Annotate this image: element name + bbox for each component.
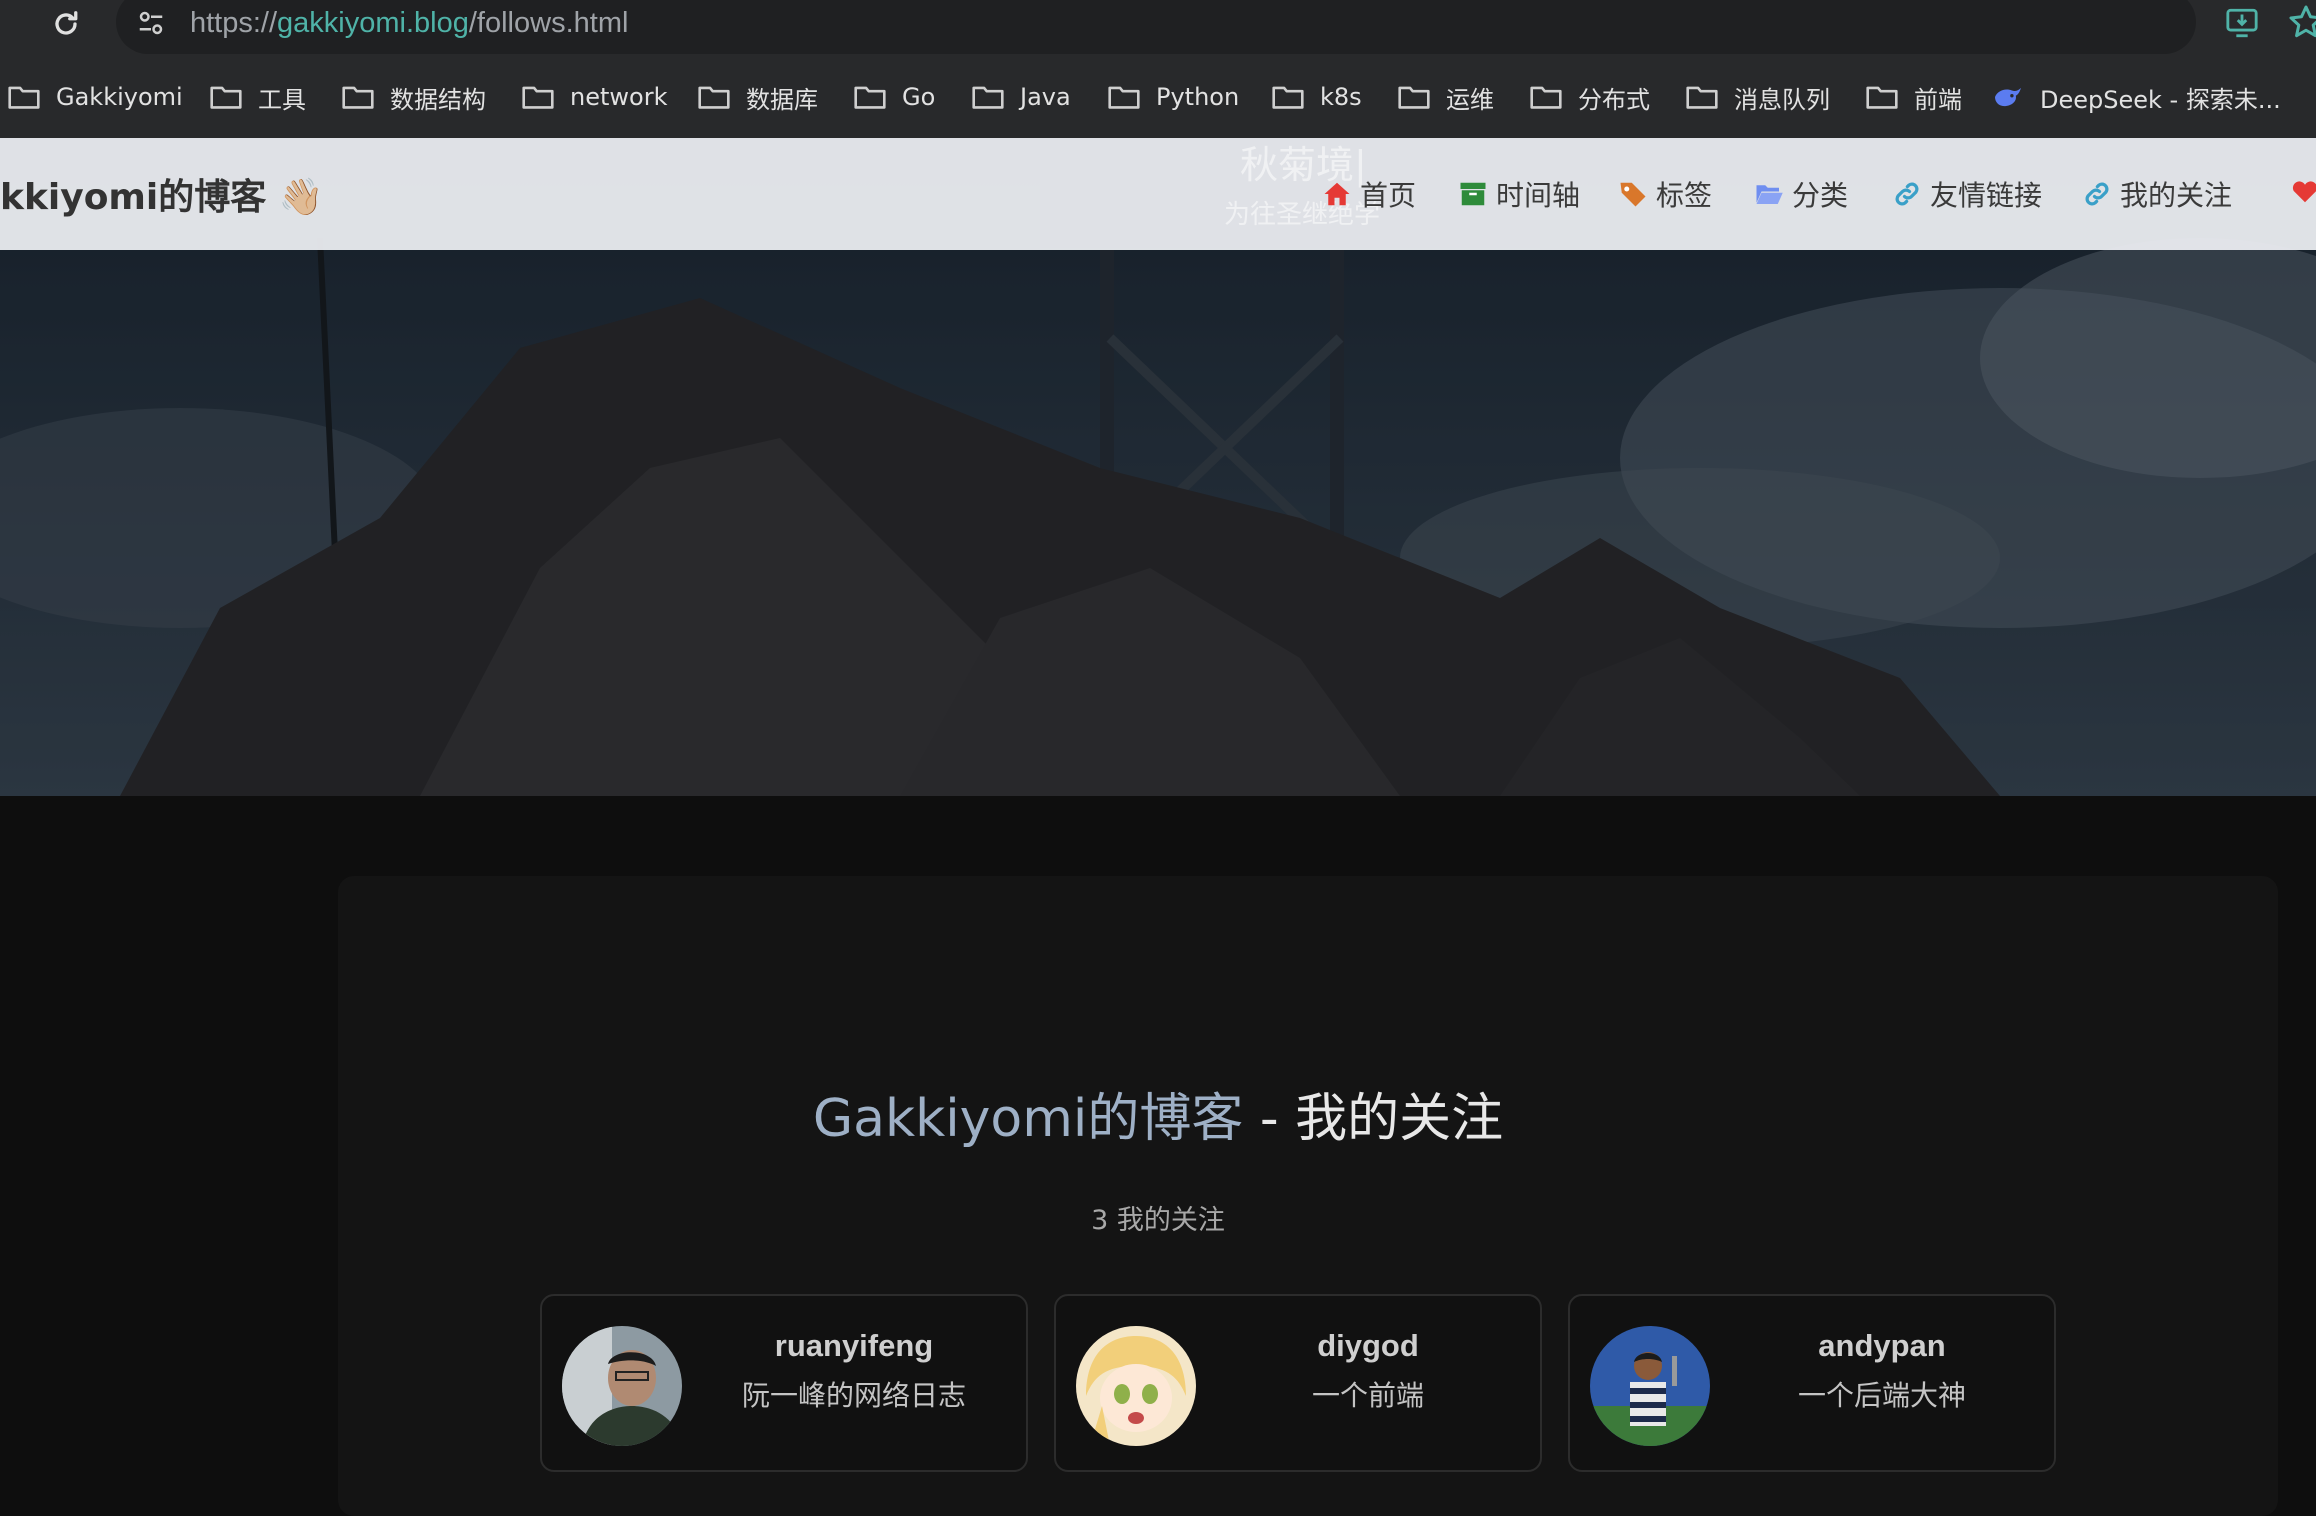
folder-icon — [1108, 86, 1140, 109]
bookmark-folder-tools[interactable]: 工具 — [210, 56, 306, 138]
bookmark-folder-java[interactable]: Java — [972, 56, 1071, 138]
bookmark-folder-data-structures[interactable]: 数据结构 — [342, 56, 486, 138]
site-navbar: kkiyomi的博客 👋🏼 秋菊境| 为往圣继绝学 首页 时间轴 标签 分类 友… — [0, 138, 2316, 250]
bookmark-folder-frontend[interactable]: 前端 — [1866, 56, 1962, 138]
follow-card-andypan[interactable]: andypan 一个后端大神 — [1568, 1294, 2056, 1472]
folder-icon — [210, 86, 242, 109]
bookmark-deepseek[interactable]: DeepSeek - 探索未... — [1992, 56, 2281, 138]
tags-icon — [1620, 182, 1646, 207]
reload-icon[interactable] — [48, 6, 84, 42]
folder-icon — [972, 86, 1004, 109]
bookmarks-bar: Gakkiyomi 工具 数据结构 network 数据库 Go Java Py… — [0, 56, 2316, 139]
avatar — [1590, 1326, 1710, 1446]
avatar — [562, 1326, 682, 1446]
folder-icon — [1866, 86, 1898, 109]
follow-desc: 一个后端大神 — [1797, 1379, 1966, 1412]
address-bar-area: https://gakkiyomi.blog/follows.html — [0, 0, 2316, 56]
page-title-rest: - 我的关注 — [1243, 1089, 1504, 1149]
bookmark-folder-ops[interactable]: 运维 — [1398, 56, 1494, 138]
follow-card-diygod[interactable]: diygod 一个前端 — [1054, 1294, 1542, 1472]
site-settings-icon[interactable] — [136, 8, 166, 38]
bookmark-folder-database[interactable]: 数据库 — [698, 56, 818, 138]
bookmark-folder-go[interactable]: Go — [854, 56, 935, 138]
page-title-blog: Gakkiyomi的博客 — [812, 1089, 1244, 1149]
url-text[interactable]: https://gakkiyomi.blog/follows.html — [190, 4, 628, 42]
follow-name[interactable]: andypan — [1710, 1328, 2054, 1364]
site-brand[interactable]: kkiyomi的博客 👋🏼 — [0, 168, 324, 220]
deepseek-whale-icon — [1995, 87, 2021, 107]
folder-icon — [522, 86, 554, 109]
avatar — [1076, 1326, 1196, 1446]
bookmark-folder-python[interactable]: Python — [1108, 56, 1239, 138]
archive-icon — [1460, 182, 1486, 206]
bookmark-folder-message-queue[interactable]: 消息队列 — [1686, 56, 1830, 138]
bookmark-folder-distributed[interactable]: 分布式 — [1530, 56, 1650, 138]
link-icon — [1895, 182, 1919, 206]
nav-timeline[interactable]: 时间轴 — [1458, 174, 1580, 214]
link-icon — [2085, 182, 2109, 206]
bookmark-folder-k8s[interactable]: k8s — [1272, 56, 1362, 138]
nav-categories[interactable]: 分类 — [1754, 174, 1848, 214]
follow-desc: 阮一峰的网络日志 — [741, 1379, 966, 1412]
folder-icon — [1398, 86, 1430, 109]
bookmark-folder-network[interactable]: network — [522, 56, 667, 138]
page-title: Gakkiyomi的博客 - 我的关注 — [0, 1076, 2316, 1151]
heart-icon[interactable] — [2290, 176, 2316, 206]
folder-icon — [1530, 86, 1562, 109]
nav-tags[interactable]: 标签 — [1618, 174, 1712, 214]
follow-card-ruanyifeng[interactable]: ruanyifeng 阮一峰的网络日志 — [540, 1294, 1028, 1472]
follow-name[interactable]: diygod — [1196, 1328, 1540, 1364]
folder-icon — [854, 86, 886, 109]
follow-count: 3 我的关注 — [1091, 1205, 1225, 1236]
install-app-icon[interactable] — [2224, 6, 2260, 40]
nav-home[interactable]: 首页 — [1322, 174, 1416, 214]
bookmark-star-icon[interactable] — [2288, 4, 2316, 40]
nav-follows[interactable]: 我的关注 — [2082, 174, 2232, 214]
folder-icon — [8, 86, 40, 109]
folder-icon — [1686, 86, 1718, 109]
follow-desc: 一个前端 — [1311, 1379, 1424, 1412]
nav-friend-links[interactable]: 友情链接 — [1892, 174, 2042, 214]
folder-open-icon — [1756, 185, 1783, 204]
folder-icon — [1272, 86, 1304, 109]
folder-icon — [698, 86, 730, 109]
bookmark-folder-gakkiyomi[interactable]: Gakkiyomi — [8, 56, 183, 138]
home-icon — [1324, 182, 1350, 206]
follow-name[interactable]: ruanyifeng — [682, 1328, 1026, 1364]
folder-icon — [342, 86, 374, 109]
